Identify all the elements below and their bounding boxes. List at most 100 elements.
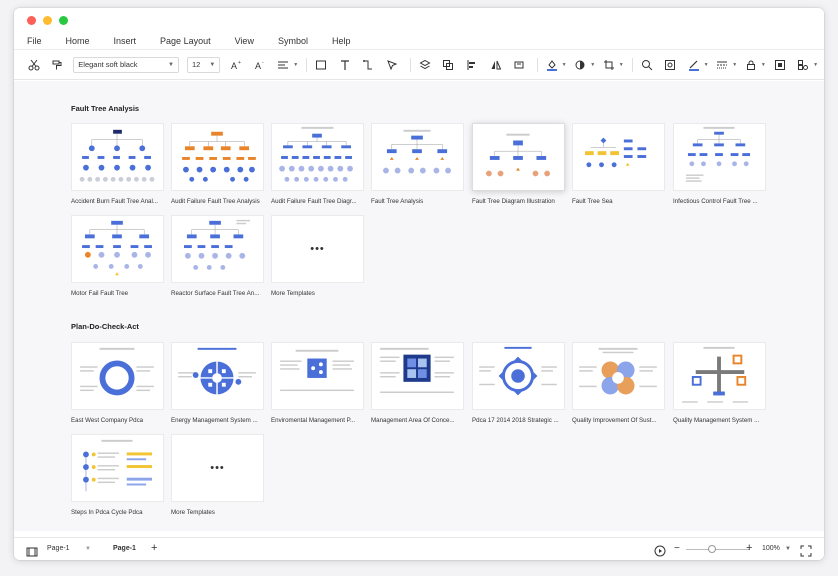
- template-label: Pdca 17 2014 2018 Strategic ...: [472, 417, 559, 424]
- section-title-pdca: Plan-Do-Check-Act: [71, 322, 139, 331]
- close-window-button[interactable]: [27, 16, 36, 25]
- template-thumbnail: [371, 123, 464, 191]
- template-thumbnail: •••: [271, 215, 364, 283]
- chevron-down-icon[interactable]: ▼: [590, 62, 595, 68]
- template-label: Enviromental Management P...: [271, 417, 356, 424]
- rectangle-icon[interactable]: [313, 57, 329, 73]
- template-thumbnail: [71, 342, 164, 410]
- add-page-icon[interactable]: +: [151, 542, 157, 554]
- menu-symbol[interactable]: Symbol: [278, 36, 308, 46]
- template-card[interactable]: Quality Management System ...: [673, 342, 766, 424]
- menu-page-layout[interactable]: Page Layout: [160, 36, 211, 46]
- flip-icon[interactable]: [488, 57, 504, 73]
- search-icon[interactable]: [639, 57, 655, 73]
- connector-icon[interactable]: [361, 57, 377, 73]
- lock-icon[interactable]: [743, 57, 759, 73]
- page-dropdown[interactable]: Page-1: [47, 545, 70, 552]
- template-card[interactable]: Fault Tree Analysis: [371, 123, 464, 205]
- zoom-slider[interactable]: [686, 549, 750, 550]
- more-templates-card[interactable]: ••• More Templates: [171, 434, 264, 516]
- chevron-down-icon[interactable]: ▼: [562, 62, 567, 68]
- align-icon[interactable]: [276, 57, 292, 73]
- template-label: Fault Tree Diagram Illustration: [472, 198, 555, 205]
- minimize-window-button[interactable]: [43, 16, 52, 25]
- template-card[interactable]: Quality Improvement Of Sust...: [572, 342, 665, 424]
- template-card[interactable]: Fault Tree Sea: [572, 123, 665, 205]
- menu-help[interactable]: Help: [332, 36, 351, 46]
- increase-font-icon[interactable]: A +: [228, 57, 244, 73]
- chevron-down-icon[interactable]: ▼: [85, 546, 91, 552]
- zoom-in-icon[interactable]: +: [746, 542, 752, 554]
- zoom-out-icon[interactable]: −: [674, 543, 680, 554]
- decrease-font-icon[interactable]: A-: [252, 57, 268, 73]
- more-tools-icon[interactable]: [795, 57, 811, 73]
- maximize-window-button[interactable]: [59, 16, 68, 25]
- chevron-down-icon[interactable]: ▼: [813, 62, 818, 68]
- template-thumbnail: [71, 123, 164, 191]
- chevron-down-icon[interactable]: ▼: [619, 62, 624, 68]
- template-card[interactable]: Enviromental Management P...: [271, 342, 364, 424]
- font-size-value: 12: [191, 60, 201, 69]
- template-card[interactable]: Audit Failure Fault Tree Diagr...: [271, 123, 364, 205]
- fullscreen-shape-icon[interactable]: [772, 57, 788, 73]
- shape-style-icon[interactable]: [573, 57, 589, 73]
- chevron-down-icon[interactable]: ▼: [293, 62, 298, 68]
- template-label: More Templates: [171, 509, 215, 516]
- menu-view[interactable]: View: [235, 36, 254, 46]
- distribute-icon[interactable]: [511, 57, 527, 73]
- chevron-down-icon[interactable]: ▼: [761, 62, 766, 68]
- template-label: More Templates: [271, 290, 315, 297]
- play-icon[interactable]: [652, 543, 668, 559]
- template-card[interactable]: Fault Tree Diagram Illustration: [472, 123, 565, 205]
- font-size-select[interactable]: 12 ▼: [186, 56, 221, 73]
- template-card[interactable]: Reactor Surface Fault Tree An...: [171, 215, 264, 297]
- group-icon[interactable]: [440, 57, 456, 73]
- template-thumbnail: •••: [171, 434, 264, 502]
- template-thumbnail: [171, 215, 264, 283]
- page-tab[interactable]: Page-1: [113, 545, 136, 552]
- template-card[interactable]: Steps In Pdca Cycle Pdca: [71, 434, 164, 516]
- svg-text:A: A: [231, 61, 237, 71]
- pointer-icon[interactable]: [384, 57, 400, 73]
- template-card[interactable]: Management Area Of Conce...: [371, 342, 464, 424]
- template-thumbnail: [572, 123, 665, 191]
- svg-text:A: A: [255, 61, 261, 71]
- page-layout-icon[interactable]: [24, 544, 40, 560]
- template-thumbnail: [472, 342, 565, 410]
- fullscreen-icon[interactable]: [798, 543, 814, 559]
- menu-home[interactable]: Home: [66, 36, 90, 46]
- menu-insert[interactable]: Insert: [114, 36, 137, 46]
- cut-icon[interactable]: [26, 57, 42, 73]
- template-card[interactable]: Infectious Control Fault Tree ...: [673, 123, 766, 205]
- template-card[interactable]: Motor Fail Fault Tree: [71, 215, 164, 297]
- line-color-icon[interactable]: [686, 57, 702, 73]
- zoom-level[interactable]: 100%: [762, 545, 780, 552]
- layers-icon[interactable]: [417, 57, 433, 73]
- chevron-down-icon[interactable]: ▼: [785, 546, 791, 552]
- format-painter-icon[interactable]: [50, 57, 66, 73]
- template-card[interactable]: Pdca 17 2014 2018 Strategic ...: [472, 342, 565, 424]
- font-family-select[interactable]: Elegant soft black ▼: [73, 56, 179, 73]
- template-card[interactable]: Accident Burn Fault Tree Anal...: [71, 123, 164, 205]
- crop-icon[interactable]: [601, 57, 617, 73]
- text-icon[interactable]: [337, 57, 353, 73]
- fill-color-icon[interactable]: [544, 57, 560, 73]
- template-thumbnail: [673, 342, 766, 410]
- template-card[interactable]: Audit Failure Fault Tree Analysis: [171, 123, 264, 205]
- image-search-icon[interactable]: [662, 57, 678, 73]
- menu-file[interactable]: File: [27, 36, 42, 46]
- zoom-slider-handle[interactable]: [708, 545, 716, 553]
- line-style-icon[interactable]: [715, 57, 731, 73]
- template-label: Audit Failure Fault Tree Analysis: [171, 198, 260, 205]
- align-left-icon[interactable]: [464, 57, 480, 73]
- chevron-down-icon[interactable]: ▼: [704, 62, 709, 68]
- template-card[interactable]: Energy Management System ...: [171, 342, 264, 424]
- app-window: File Home Insert Page Layout View Symbol…: [14, 8, 824, 560]
- more-icon: •••: [310, 243, 325, 255]
- template-thumbnail: [472, 123, 565, 191]
- template-card[interactable]: East West Company Pdca: [71, 342, 164, 424]
- more-templates-card[interactable]: ••• More Templates: [271, 215, 364, 297]
- template-label: Reactor Surface Fault Tree An...: [171, 290, 260, 297]
- chevron-down-icon[interactable]: ▼: [732, 62, 737, 68]
- template-thumbnail: [171, 342, 264, 410]
